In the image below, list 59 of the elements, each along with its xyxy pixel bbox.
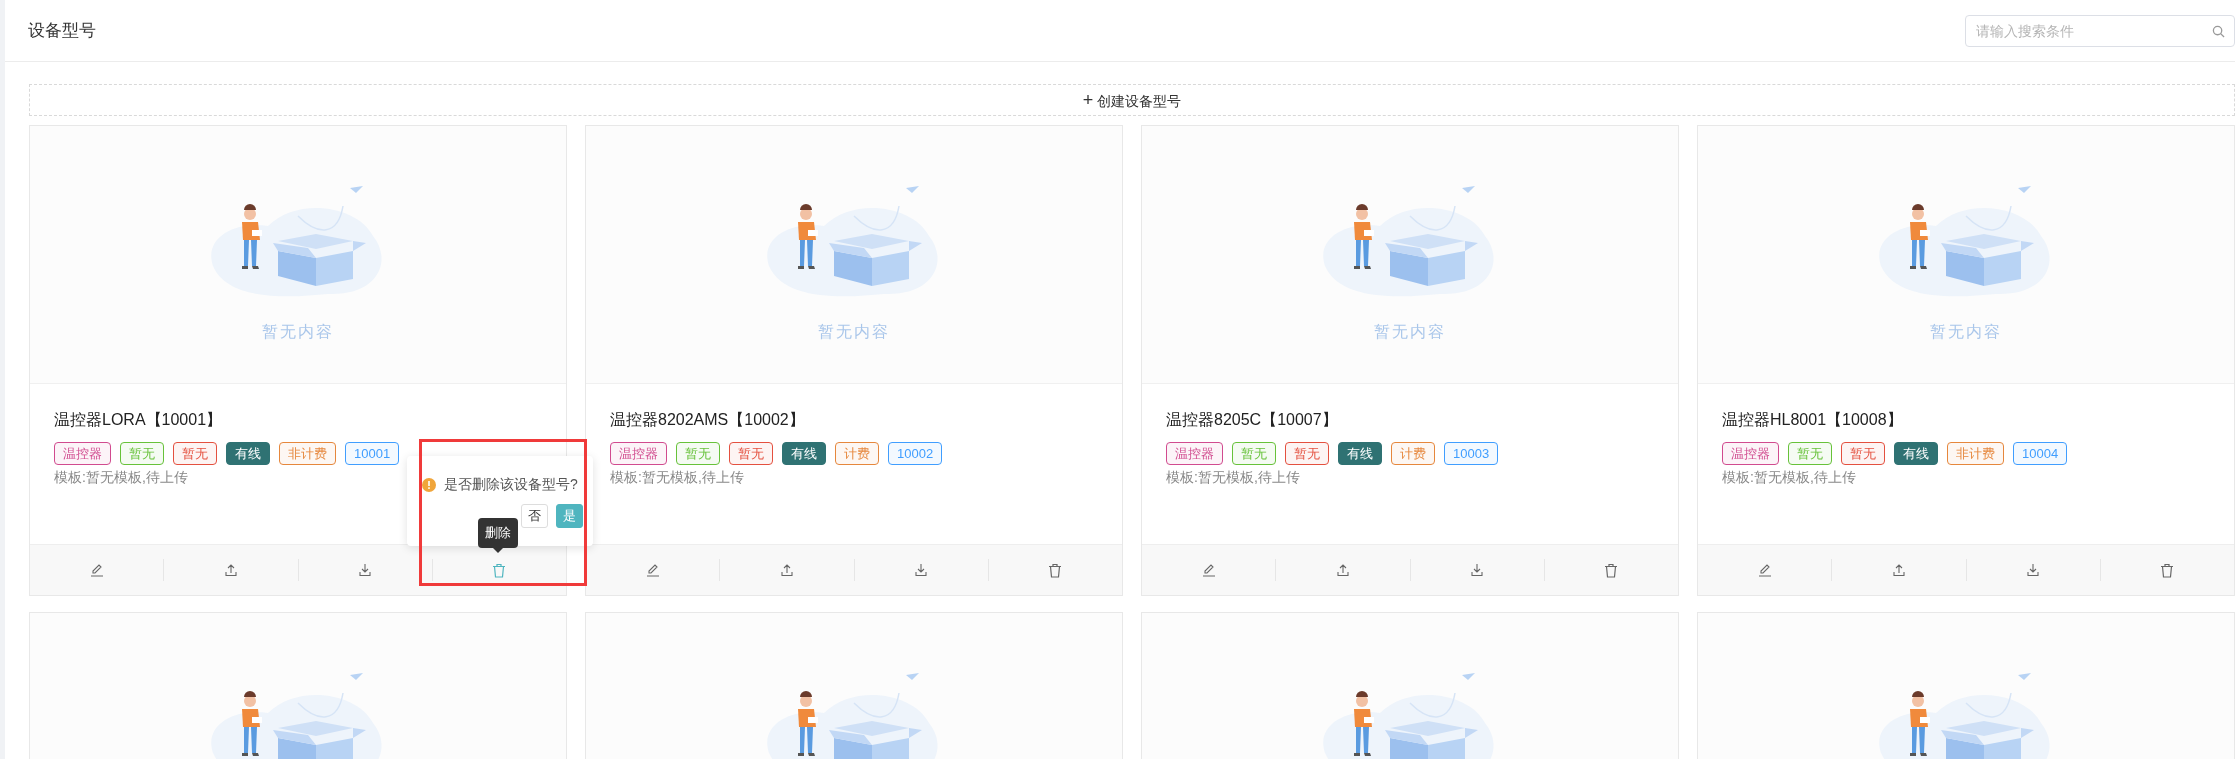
search-icon <box>2212 24 2225 38</box>
tag: 暂无 <box>173 442 217 465</box>
upload-icon[interactable] <box>779 563 794 577</box>
empty-caption: 暂无内容 <box>818 322 890 342</box>
tag: 10001 <box>345 442 400 465</box>
download-icon[interactable] <box>914 563 929 577</box>
edit-icon[interactable] <box>645 563 660 577</box>
card-title: 温控器8202AMS【10002】 <box>610 410 806 430</box>
edit-icon[interactable] <box>1201 563 1216 577</box>
tag: 计费 <box>1391 442 1435 465</box>
download-icon[interactable] <box>358 563 373 577</box>
empty-caption: 暂无内容 <box>1374 322 1446 342</box>
download-icon[interactable] <box>1470 563 1485 577</box>
tag: 温控器 <box>54 442 111 465</box>
tag: 温控器 <box>610 442 667 465</box>
template-status: 模板:暂无模板,待上传 <box>1166 469 1300 487</box>
edit-icon[interactable] <box>89 563 104 577</box>
tag: 暂无 <box>120 442 164 465</box>
tooltip-arrow <box>493 548 503 553</box>
card-title: 温控器LORA【10001】 <box>54 410 224 430</box>
tag: 有线 <box>1338 442 1382 465</box>
tag: 暂无 <box>1232 442 1276 465</box>
template-status: 模板:暂无模板,待上传 <box>1722 469 1856 487</box>
download-icon[interactable] <box>2026 563 2041 577</box>
tag: 10002 <box>888 442 943 465</box>
tag: 暂无 <box>1788 442 1832 465</box>
tag: 暂无 <box>676 442 720 465</box>
upload-icon[interactable] <box>223 563 238 577</box>
cancel-button[interactable]: 否 <box>521 504 548 528</box>
tag: 有线 <box>782 442 826 465</box>
tag: 有线 <box>1894 442 1938 465</box>
tag: 暂无 <box>1285 442 1329 465</box>
template-status: 模板:暂无模板,待上传 <box>54 469 188 487</box>
create-button[interactable]: + 创建设备型号 <box>29 84 2235 116</box>
tag: 非计费 <box>279 442 336 465</box>
tag: 有线 <box>226 442 270 465</box>
page-title: 设备型号 <box>28 20 96 42</box>
edit-icon[interactable] <box>1757 563 1772 577</box>
trash-icon[interactable] <box>2160 562 2175 578</box>
empty-caption: 暂无内容 <box>262 322 334 342</box>
confirm-message: 是否删除该设备型号? <box>444 476 578 494</box>
tag: 10004 <box>2013 442 2068 465</box>
empty-caption: 暂无内容 <box>1930 322 2002 342</box>
tag: 暂无 <box>729 442 773 465</box>
tag: 10003 <box>1444 442 1499 465</box>
tag: 温控器 <box>1722 442 1779 465</box>
card-title: 温控器8205C【10007】 <box>1166 410 1339 430</box>
tag: 计费 <box>835 442 879 465</box>
upload-icon[interactable] <box>1891 563 1906 577</box>
tag: 非计费 <box>1947 442 2004 465</box>
trash-icon[interactable] <box>1048 562 1063 578</box>
trash-icon[interactable] <box>1604 562 1619 578</box>
tag: 暂无 <box>1841 442 1885 465</box>
tag: 温控器 <box>1166 442 1223 465</box>
search-field[interactable]: 请输入搜索条件 <box>1965 14 2235 47</box>
card-title: 温控器HL8001【10008】 <box>1722 410 1904 430</box>
template-status: 模板:暂无模板,待上传 <box>610 469 744 487</box>
upload-icon[interactable] <box>1335 563 1350 577</box>
warning-icon <box>422 478 436 492</box>
